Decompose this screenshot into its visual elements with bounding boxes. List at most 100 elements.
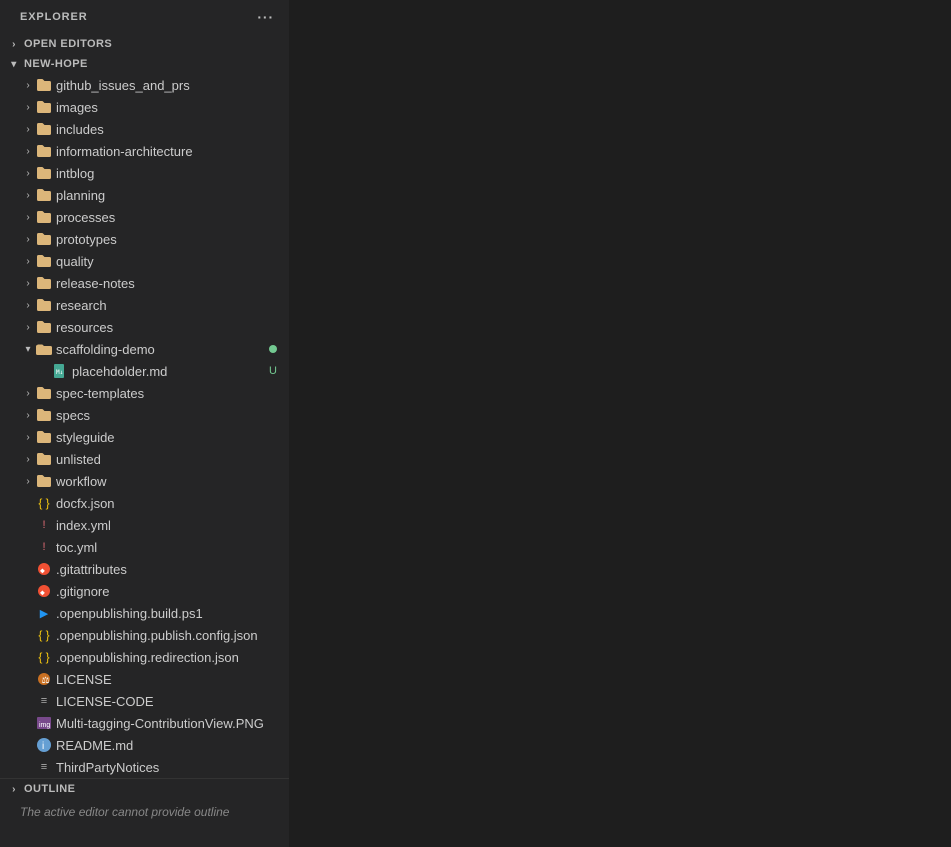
file-openpublishing-redirection-json[interactable]: { } .openpublishing.redirection.json xyxy=(0,646,289,668)
folder-intblog[interactable]: intblog xyxy=(0,162,289,184)
file-label: .openpublishing.redirection.json xyxy=(56,650,277,665)
license-file-icon: ⚖ xyxy=(36,671,52,687)
svg-text:M↓: M↓ xyxy=(56,369,63,376)
file-label: LICENSE xyxy=(56,672,277,687)
folder-icon xyxy=(36,209,52,225)
folder-label: information-architecture xyxy=(56,144,277,159)
file-thirdpartynotices[interactable]: ≡ ThirdPartyNotices xyxy=(0,756,289,778)
folder-label: scaffolding-demo xyxy=(56,342,269,357)
folder-icon xyxy=(36,231,52,247)
folder-chevron xyxy=(20,124,36,135)
folder-icon xyxy=(36,165,52,181)
file-docfx-json[interactable]: { } docfx.json xyxy=(0,492,289,514)
folder-release-notes[interactable]: release-notes xyxy=(0,272,289,294)
git-file-icon: ◆ xyxy=(36,561,52,577)
json-file-icon: { } xyxy=(36,495,52,511)
folder-label: planning xyxy=(56,188,277,203)
folder-label: spec-templates xyxy=(56,386,277,401)
folder-chevron xyxy=(20,410,36,421)
folder-github-issues[interactable]: github_issues_and_prs xyxy=(0,74,289,96)
folder-label: styleguide xyxy=(56,430,277,445)
file-label: index.yml xyxy=(56,518,277,533)
modified-dot xyxy=(269,345,277,353)
folder-icon xyxy=(36,297,52,313)
folder-icon xyxy=(36,121,52,137)
file-multi-tagging-png[interactable]: img Multi-tagging-ContributionView.PNG xyxy=(0,712,289,734)
file-license-code[interactable]: ≡ LICENSE-CODE xyxy=(0,690,289,712)
outline-chevron xyxy=(8,784,20,795)
file-readme-md[interactable]: i README.md xyxy=(0,734,289,756)
outline-label: OUTLINE xyxy=(24,783,75,795)
folder-chevron xyxy=(20,146,36,157)
file-gitattributes[interactable]: ◆ .gitattributes xyxy=(0,558,289,580)
folder-label: intblog xyxy=(56,166,277,181)
folder-icon xyxy=(36,187,52,203)
folder-open-icon xyxy=(36,341,52,357)
explorer-more-icon[interactable]: ··· xyxy=(254,8,277,26)
folder-workflow[interactable]: workflow xyxy=(0,470,289,492)
folder-label: images xyxy=(56,100,277,115)
file-openpublishing-build-ps1[interactable]: ▶ .openpublishing.build.ps1 xyxy=(0,602,289,624)
txt-file-icon: ≡ xyxy=(36,759,52,775)
txt-file-icon: ≡ xyxy=(36,693,52,709)
folder-icon xyxy=(36,99,52,115)
folder-label: resources xyxy=(56,320,277,335)
folder-processes[interactable]: processes xyxy=(0,206,289,228)
open-editors-section[interactable]: OPEN EDITORS xyxy=(0,34,289,54)
file-openpublishing-publish-json[interactable]: { } .openpublishing.publish.config.json xyxy=(0,624,289,646)
ps1-file-icon: ▶ xyxy=(36,605,52,621)
file-placehdolder-md[interactable]: M↓ placehdolder.md U xyxy=(0,360,289,382)
folder-quality[interactable]: quality xyxy=(0,250,289,272)
folder-icon xyxy=(36,385,52,401)
svg-text:img: img xyxy=(39,722,50,729)
file-label: .openpublishing.build.ps1 xyxy=(56,606,277,621)
folder-unlisted[interactable]: unlisted xyxy=(0,448,289,470)
file-toc-yml[interactable]: ! toc.yml xyxy=(0,536,289,558)
folder-icon xyxy=(36,77,52,93)
git-file-icon: ◆ xyxy=(36,583,52,599)
folder-label: research xyxy=(56,298,277,313)
svg-text:◆: ◆ xyxy=(40,588,45,597)
folder-label: processes xyxy=(56,210,277,225)
folder-label: specs xyxy=(56,408,277,423)
md-file-icon: M↓ xyxy=(52,363,68,379)
folder-scaffolding-demo[interactable]: scaffolding-demo xyxy=(0,338,289,360)
folder-planning[interactable]: planning xyxy=(0,184,289,206)
folder-chevron xyxy=(20,168,36,179)
svg-text:⚖: ⚖ xyxy=(42,675,50,685)
open-editors-chevron xyxy=(8,39,20,50)
svg-text:◆: ◆ xyxy=(40,566,45,575)
file-gitignore[interactable]: ◆ .gitignore xyxy=(0,580,289,602)
folder-chevron xyxy=(20,322,36,333)
outline-message: The active editor cannot provide outline xyxy=(0,799,289,825)
folder-icon xyxy=(36,407,52,423)
folder-label: release-notes xyxy=(56,276,277,291)
explorer-title: EXPLORER xyxy=(20,11,88,23)
new-hope-section[interactable]: NEW-HOPE xyxy=(0,54,289,74)
folder-chevron xyxy=(20,102,36,113)
folder-spec-templates[interactable]: spec-templates xyxy=(0,382,289,404)
file-index-yml[interactable]: ! index.yml xyxy=(0,514,289,536)
folder-resources[interactable]: resources xyxy=(0,316,289,338)
folder-label: prototypes xyxy=(56,232,277,247)
file-license[interactable]: ⚖ LICENSE xyxy=(0,668,289,690)
folder-prototypes[interactable]: prototypes xyxy=(0,228,289,250)
outline-header[interactable]: OUTLINE xyxy=(0,779,289,799)
folder-research[interactable]: research xyxy=(0,294,289,316)
folder-styleguide[interactable]: styleguide xyxy=(0,426,289,448)
file-label: .gitattributes xyxy=(56,562,277,577)
info-file-icon: i xyxy=(36,737,52,753)
folder-icon xyxy=(36,451,52,467)
folder-information-architecture[interactable]: information-architecture xyxy=(0,140,289,162)
json-file-icon: { } xyxy=(36,627,52,643)
folder-includes[interactable]: includes xyxy=(0,118,289,140)
folder-chevron xyxy=(20,212,36,223)
main-content xyxy=(290,0,951,847)
folder-chevron xyxy=(20,344,36,355)
folder-icon xyxy=(36,319,52,335)
folder-chevron xyxy=(20,80,36,91)
folder-chevron xyxy=(20,278,36,289)
file-label: ThirdPartyNotices xyxy=(56,760,277,775)
folder-images[interactable]: images xyxy=(0,96,289,118)
folder-specs[interactable]: specs xyxy=(0,404,289,426)
